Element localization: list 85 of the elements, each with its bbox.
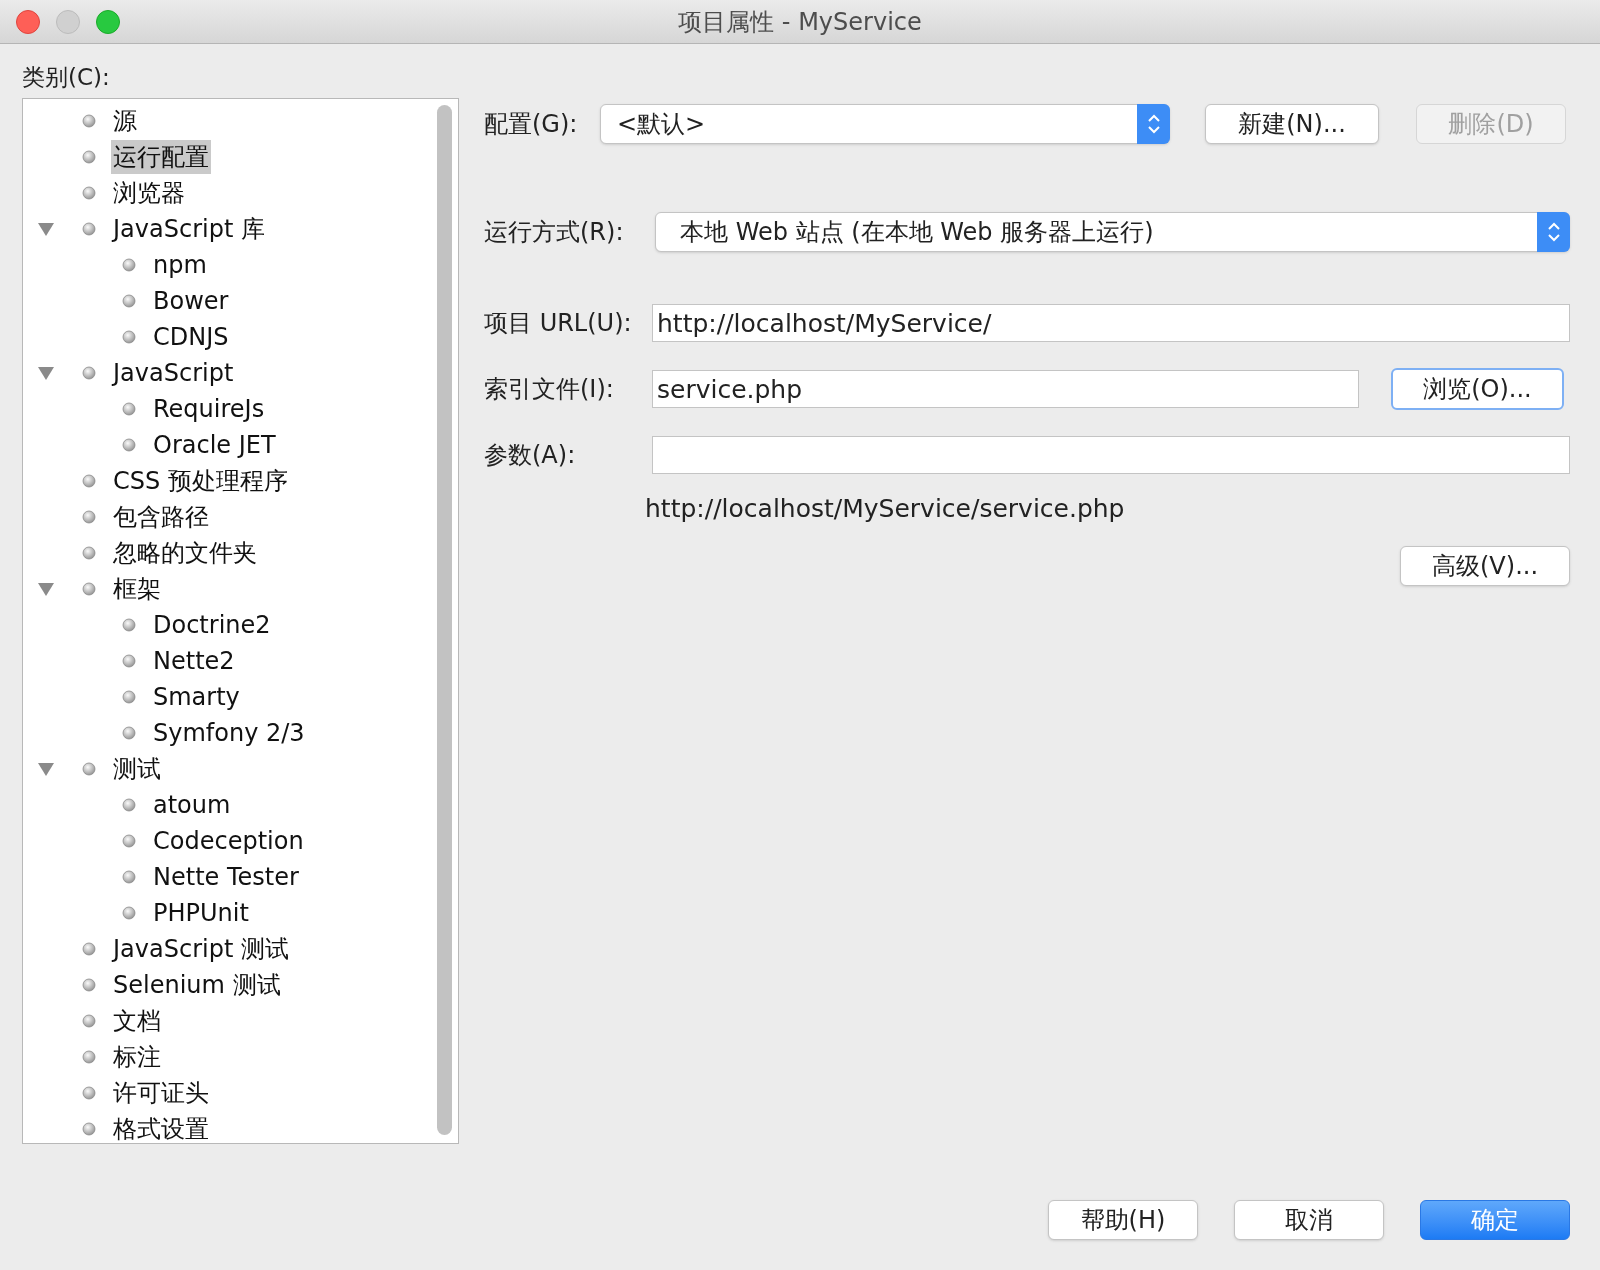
category-item[interactable]: Codeception: [151, 824, 306, 858]
stepper-icon: [1537, 212, 1570, 252]
category-item[interactable]: Selenium 测试: [111, 968, 283, 1002]
node-bullet-icon: [122, 438, 136, 452]
dialog-button[interactable]: 取消: [1234, 1200, 1384, 1240]
category-item[interactable]: CSS 预处理程序: [111, 464, 290, 498]
node-bullet-icon: [122, 294, 136, 308]
node-bullet-icon: [122, 726, 136, 740]
category-item[interactable]: JavaScript 测试: [111, 932, 291, 966]
node-bullet-icon: [122, 654, 136, 668]
category-item[interactable]: 忽略的文件夹: [111, 536, 259, 570]
node-bullet-icon: [82, 1122, 96, 1136]
node-bullet-icon: [82, 366, 96, 380]
node-bullet-icon: [82, 510, 96, 524]
node-bullet-icon: [122, 618, 136, 632]
window-title: 项目属性 - MyService: [678, 6, 922, 38]
category-item[interactable]: 测试: [111, 752, 163, 786]
node-bullet-icon: [82, 546, 96, 560]
category-item[interactable]: 框架: [111, 572, 163, 606]
category-item[interactable]: Smarty: [151, 680, 242, 714]
category-item[interactable]: Bower: [151, 284, 231, 318]
category-item[interactable]: 标注: [111, 1040, 163, 1074]
resolved-url-text: http://localhost/MyService/service.php: [645, 493, 1126, 525]
run-as-dropdown[interactable]: 本地 Web 站点 (在本地 Web 服务器上运行): [655, 212, 1570, 252]
expanded-triangle-icon[interactable]: [37, 581, 55, 597]
category-item[interactable]: JavaScript: [111, 356, 236, 390]
node-bullet-icon: [82, 186, 96, 200]
run-as-label: 运行方式(R):: [484, 217, 625, 248]
advanced-button[interactable]: 高级(V)...: [1400, 545, 1570, 586]
category-item[interactable]: atoum: [151, 788, 233, 822]
index-file-label: 索引文件(I):: [484, 374, 615, 405]
configuration-label: 配置(G):: [484, 109, 579, 140]
browse-button[interactable]: 浏览(O)...: [1391, 368, 1564, 410]
node-bullet-icon: [82, 222, 96, 236]
category-item[interactable]: CDNJS: [151, 320, 231, 354]
stepper-icon: [1137, 104, 1170, 144]
category-item[interactable]: PHPUnit: [151, 896, 251, 930]
index-file-field[interactable]: service.php: [652, 370, 1359, 408]
category-item[interactable]: JavaScript 库: [111, 212, 267, 246]
category-item[interactable]: RequireJs: [151, 392, 267, 426]
category-item[interactable]: 格式设置: [111, 1112, 211, 1143]
node-bullet-icon: [122, 258, 136, 272]
node-bullet-icon: [82, 1014, 96, 1028]
dialog-button[interactable]: 帮助(H): [1048, 1200, 1198, 1240]
category-item[interactable]: 运行配置: [111, 140, 211, 174]
category-item[interactable]: Oracle JET: [151, 428, 278, 462]
scrollbar-thumb[interactable]: [437, 105, 452, 1135]
category-item[interactable]: Nette Tester: [151, 860, 301, 894]
node-bullet-icon: [122, 402, 136, 416]
category-item[interactable]: 许可证头: [111, 1076, 211, 1110]
category-item[interactable]: 文档: [111, 1004, 163, 1038]
node-bullet-icon: [82, 474, 96, 488]
category-item[interactable]: Symfony 2/3: [151, 716, 307, 750]
maximize-icon[interactable]: [96, 10, 120, 34]
expanded-triangle-icon[interactable]: [37, 221, 55, 237]
node-bullet-icon: [82, 942, 96, 956]
category-item[interactable]: 浏览器: [111, 176, 187, 210]
category-item[interactable]: Doctrine2: [151, 608, 273, 642]
node-bullet-icon: [122, 690, 136, 704]
close-icon[interactable]: [16, 10, 40, 34]
node-bullet-icon: [82, 582, 96, 596]
category-item[interactable]: 包含路径: [111, 500, 211, 534]
node-bullet-icon: [82, 978, 96, 992]
expanded-triangle-icon[interactable]: [37, 761, 55, 777]
node-bullet-icon: [122, 870, 136, 884]
node-bullet-icon: [122, 330, 136, 344]
new-button[interactable]: 新建(N)...: [1205, 104, 1379, 144]
node-bullet-icon: [82, 1050, 96, 1064]
configuration-dropdown[interactable]: <默认>: [600, 104, 1170, 144]
category-item[interactable]: 源: [111, 104, 139, 138]
category-item[interactable]: Nette2: [151, 644, 237, 678]
node-bullet-icon: [122, 906, 136, 920]
node-bullet-icon: [82, 150, 96, 164]
category-item[interactable]: npm: [151, 248, 209, 282]
project-url-field[interactable]: http://localhost/MyService/: [652, 304, 1570, 342]
project-url-label: 项目 URL(U):: [484, 308, 633, 339]
node-bullet-icon: [122, 834, 136, 848]
expanded-triangle-icon[interactable]: [37, 365, 55, 381]
node-bullet-icon: [122, 798, 136, 812]
node-bullet-icon: [82, 762, 96, 776]
node-bullet-icon: [82, 1086, 96, 1100]
node-bullet-icon: [82, 114, 96, 128]
arguments-field[interactable]: [652, 436, 1570, 474]
categories-label: 类别(C):: [22, 63, 111, 92]
arguments-label: 参数(A):: [484, 440, 577, 471]
